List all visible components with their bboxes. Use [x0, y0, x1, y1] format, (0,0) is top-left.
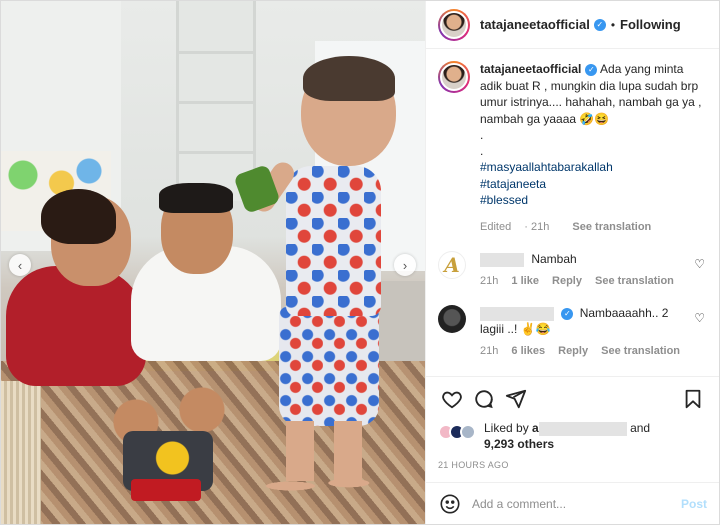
comment-likes[interactable]: 6 likes	[511, 345, 545, 357]
comment-item: ✓ Nambaaaahh.. 2 lagiii ..! ✌️😂 21h 6 li…	[438, 305, 707, 359]
hashtag-link[interactable]: #tatajaneeta	[480, 176, 707, 193]
caption-dot-line: .	[480, 144, 484, 158]
reply-button[interactable]: Reply	[552, 275, 582, 287]
caption-body: tatajaneetaofficial ✓ Ada yang minta adik…	[480, 61, 707, 235]
author-avatar[interactable]	[438, 8, 470, 41]
photo-woman-hair	[41, 189, 116, 244]
comment-text: Nambah	[531, 252, 577, 266]
liked-by-label: Liked by	[484, 421, 529, 435]
author-username[interactable]: tatajaneetaofficial	[480, 17, 590, 32]
post-actions	[426, 376, 719, 420]
comments-scroll-area[interactable]: tatajaneetaofficial ✓ Ada yang minta adik…	[426, 49, 719, 376]
share-icon[interactable]	[500, 383, 532, 415]
redacted-username	[480, 252, 524, 267]
caption-dot-line: .	[480, 128, 484, 142]
photo-child-shirt	[286, 166, 381, 316]
comment-heart-icon[interactable]: ♡	[694, 311, 705, 325]
photo-child-shorts	[279, 306, 379, 426]
liker-avatar[interactable]	[460, 424, 476, 440]
hashtag-link[interactable]: #masyaallahtabarakallah	[480, 159, 707, 176]
liker-name-link[interactable]: a	[532, 421, 627, 436]
chevron-left-icon[interactable]: ‹	[9, 254, 31, 276]
add-comment-bar: Post	[426, 482, 719, 524]
post-header: tatajaneetaofficial ✓ • Following	[426, 1, 719, 49]
commenter-avatar[interactable]: A	[438, 251, 466, 279]
heart-icon[interactable]	[436, 383, 468, 415]
redacted-username	[538, 421, 627, 436]
caption-edited: Edited · 21h	[480, 220, 550, 233]
comment-meta: 21h 6 likes Reply See translation	[480, 343, 690, 359]
photo-toy-red	[131, 479, 201, 501]
photo-child-hair	[303, 56, 395, 101]
header-separator: •	[610, 17, 616, 32]
caption-edited-label: Edited	[480, 220, 512, 233]
caption-meta: Edited · 21h See translation	[480, 219, 707, 236]
commenter-avatar-letter: A	[444, 253, 460, 277]
comment-meta: 21h 1 like Reply See translation	[480, 273, 690, 289]
photo-man-hair	[159, 183, 233, 213]
caption-time: 21h	[530, 220, 550, 233]
comment-time: 21h	[480, 345, 499, 357]
liker-name-prefix: a	[532, 421, 539, 435]
comment-item: A Nambah 21h 1 like Reply See translatio…	[438, 251, 707, 289]
photo-child-feet	[263, 471, 373, 501]
chevron-right-icon[interactable]: ›	[394, 254, 416, 276]
liker-avatars	[438, 424, 476, 440]
redacted-username	[480, 306, 554, 321]
comment-body: ✓ Nambaaaahh.. 2 lagiii ..! ✌️😂 21h 6 li…	[480, 305, 690, 359]
hashtag-link[interactable]: #blessed	[480, 192, 707, 209]
others-likes-link[interactable]: 9,293 others	[484, 437, 554, 451]
caption-username[interactable]: tatajaneetaofficial	[480, 62, 581, 76]
verified-badge-icon: ✓	[585, 63, 598, 76]
bookmark-icon[interactable]	[677, 383, 709, 415]
reply-button[interactable]: Reply	[558, 345, 588, 357]
photo-shelf	[176, 1, 256, 201]
likes-text: Liked by a and 9,293 others	[484, 420, 650, 452]
see-translation-link[interactable]: See translation	[595, 275, 674, 287]
verified-badge-icon: ✓	[561, 307, 574, 320]
comment-icon[interactable]	[468, 383, 500, 415]
comment-body: Nambah 21h 1 like Reply See translation	[480, 251, 690, 289]
following-button[interactable]: Following	[620, 17, 681, 32]
likes-and: and	[630, 421, 651, 435]
comment-time: 21h	[480, 275, 499, 287]
post-caption: tatajaneetaofficial ✓ Ada yang minta adik…	[438, 61, 707, 235]
post-side-panel: tatajaneetaofficial ✓ • Following tataja…	[425, 1, 719, 524]
comment-input[interactable]	[472, 496, 681, 511]
see-translation-link[interactable]: See translation	[572, 221, 651, 233]
post-timestamp[interactable]: 21 HOURS AGO	[426, 452, 719, 470]
caption-author-avatar[interactable]	[438, 61, 470, 93]
verified-badge-icon: ✓	[593, 18, 606, 31]
likes-summary: Liked by a and 9,293 others	[426, 420, 719, 452]
commenter-avatar[interactable]	[438, 305, 466, 333]
photo-rug-fringe	[1, 381, 41, 524]
see-translation-link[interactable]: See translation	[601, 345, 680, 357]
instagram-post-modal: ‹ › tatajaneetaofficial ✓ • Following ta…	[0, 0, 720, 525]
emoji-icon[interactable]	[438, 492, 462, 516]
comment-heart-icon[interactable]: ♡	[694, 257, 705, 271]
comment-likes[interactable]: 1 like	[511, 275, 539, 287]
post-comment-button[interactable]: Post	[681, 497, 707, 511]
post-photo[interactable]: ‹ ›	[1, 1, 425, 524]
